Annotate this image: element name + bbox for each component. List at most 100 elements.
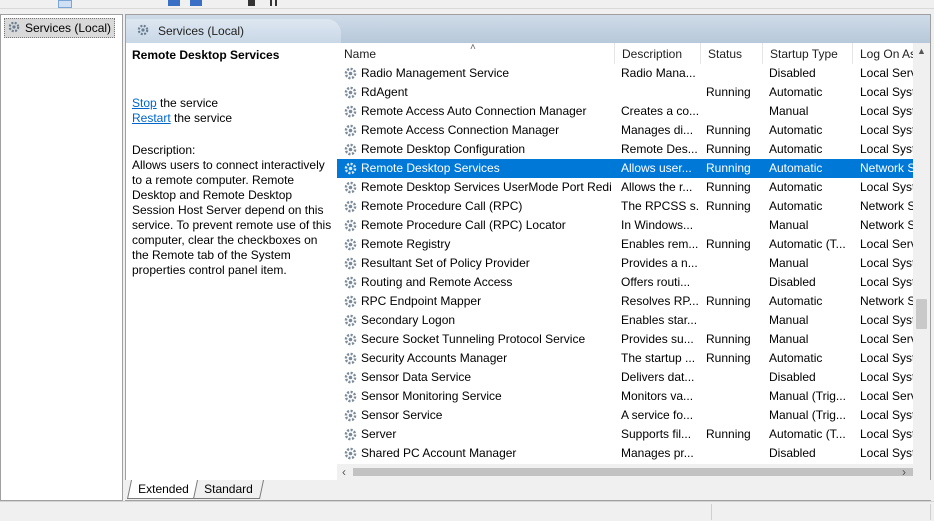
scroll-left-icon[interactable]: ‹ xyxy=(337,464,351,480)
service-status-cell xyxy=(706,102,764,121)
start-service-icon[interactable] xyxy=(226,0,238,6)
service-name-cell: Server xyxy=(361,427,397,441)
vertical-scroll-thumb[interactable] xyxy=(916,299,927,329)
toolbar xyxy=(0,0,934,9)
table-row[interactable]: Sensor Service A service fo... Manual (Tri… xyxy=(337,406,930,425)
tree-item-label: Services (Local) xyxy=(25,21,112,35)
scroll-up-icon[interactable]: ▲ xyxy=(917,46,926,56)
status-bar-divider xyxy=(930,504,931,520)
tab-standard[interactable]: Standard xyxy=(192,480,264,499)
table-row[interactable]: Remote Registry Enables rem... Running Auto… xyxy=(337,235,930,254)
vertical-scrollbar[interactable]: ▲ xyxy=(913,43,930,478)
show-hide-console-tree-icon[interactable] xyxy=(58,0,72,8)
table-row[interactable]: Sensor Monitoring Service Monitors va... M… xyxy=(337,387,930,406)
refresh-icon[interactable] xyxy=(118,0,130,6)
gear-icon xyxy=(343,140,359,159)
stop-action-text: the service xyxy=(156,96,219,110)
service-description-cell: Monitors va... xyxy=(621,389,694,403)
table-row[interactable]: Radio Management Service Radio Mana... Dis… xyxy=(337,64,930,83)
service-name-cell: Remote Procedure Call (RPC) xyxy=(361,199,523,213)
table-row[interactable]: Secure Socket Tunneling Protocol Service… xyxy=(337,330,930,349)
service-description-cell: The startup ... xyxy=(621,351,696,365)
tree-item-services-local[interactable]: Services (Local) xyxy=(4,18,116,38)
service-startup-type-cell: Automatic xyxy=(769,180,823,194)
table-row[interactable]: Secondary Logon Enables star... Manual Loca… xyxy=(337,311,930,330)
table-row[interactable]: Remote Procedure Call (RPC) The RPCSS s..… xyxy=(337,197,930,216)
column-header-name[interactable]: ˄ Name xyxy=(337,43,615,64)
stop-service-icon[interactable] xyxy=(248,0,255,6)
horizontal-scrollbar[interactable]: ‹ › xyxy=(337,464,913,480)
service-startup-type-cell: Manual (Trig... xyxy=(769,408,846,422)
service-description-cell: Allows the r... xyxy=(621,180,693,194)
table-row[interactable]: RdAgentRunningAutomaticLocal System xyxy=(337,83,930,102)
column-header-name-label: Name xyxy=(344,47,377,61)
table-row[interactable]: Server Supports fil... Running Automatic (T… xyxy=(337,425,930,444)
table-row[interactable]: RPC Endpoint Mapper Resolves RP... Running… xyxy=(337,292,930,311)
table-row[interactable]: Remote Access Connection Manager Manages … xyxy=(337,121,930,140)
restart-service-icon[interactable] xyxy=(292,0,304,6)
table-row[interactable]: Remote Procedure Call (RPC) Locator In Wi… xyxy=(337,216,930,235)
service-name-cell: Resultant Set of Policy Provider xyxy=(361,256,530,270)
scroll-right-icon[interactable]: › xyxy=(897,464,911,480)
help-icon[interactable] xyxy=(168,0,180,6)
service-name-cell: Sensor Data Service xyxy=(361,370,472,384)
services-list: ˄ Name Description Status Startup Type L… xyxy=(337,43,930,478)
service-startup-type-cell: Disabled xyxy=(769,275,816,289)
service-description-cell: Manages pr... xyxy=(621,446,694,460)
service-name-cell: Security Accounts Manager xyxy=(361,351,508,365)
service-status-cell xyxy=(706,387,764,406)
service-startup-type-cell: Automatic xyxy=(769,351,823,365)
pane-header: Services (Local) xyxy=(126,15,930,43)
tab-standard-label: Standard xyxy=(204,482,253,496)
service-status-cell xyxy=(706,444,764,463)
service-startup-type-cell: Manual xyxy=(769,256,809,270)
table-row[interactable]: Resultant Set of Policy Provider Provides… xyxy=(337,254,930,273)
forward-icon[interactable] xyxy=(26,0,38,6)
table-row[interactable]: Security Accounts Manager The startup ...… xyxy=(337,349,930,368)
gear-icon xyxy=(343,197,359,216)
service-description-cell: Remote Des... xyxy=(621,142,698,156)
column-header-status[interactable]: Status xyxy=(701,43,763,64)
table-row[interactable]: Shared PC Account Manager Manages pr... Di… xyxy=(337,444,930,463)
properties-icon[interactable] xyxy=(90,0,102,6)
help-topics-icon[interactable] xyxy=(190,0,202,6)
table-row[interactable]: Routing and Remote Access Offers routi...… xyxy=(337,273,930,292)
table-row[interactable]: Sensor Data Service Delivers dat... Disabl… xyxy=(337,368,930,387)
service-status-cell: Running xyxy=(706,351,751,365)
table-row[interactable]: Remote Access Auto Connection Manager Cre… xyxy=(337,102,930,121)
restart-service-link[interactable]: Restart xyxy=(132,111,171,125)
table-row[interactable]: Remote Desktop Services UserMode Port Re… xyxy=(337,178,930,197)
service-status-cell: Running xyxy=(706,427,751,441)
gear-icon xyxy=(343,64,359,83)
service-status-cell xyxy=(706,311,764,330)
service-status-cell xyxy=(706,64,764,83)
service-status-cell: Running xyxy=(706,123,751,137)
stop-service-link[interactable]: Stop xyxy=(132,96,157,110)
column-header-description[interactable]: Description xyxy=(615,43,701,64)
service-name-cell: Remote Registry xyxy=(361,237,451,251)
service-description-cell: A service fo... xyxy=(621,408,694,422)
table-row[interactable]: Remote Desktop Services Allows user... Run… xyxy=(337,159,930,178)
service-startup-type-cell: Automatic (T... xyxy=(769,237,846,251)
restart-action: Restart the service xyxy=(132,111,232,126)
back-icon[interactable] xyxy=(4,0,16,6)
service-description-cell: Delivers dat... xyxy=(621,370,695,384)
service-description-cell xyxy=(621,83,698,102)
column-header-startup-type[interactable]: Startup Type xyxy=(763,43,853,64)
tab-extended[interactable]: Extended xyxy=(126,480,200,499)
gear-icon xyxy=(343,254,359,273)
table-row[interactable]: Remote Desktop Configuration Remote Des..… xyxy=(337,140,930,159)
sort-ascending-icon: ˄ xyxy=(470,43,476,53)
export-icon[interactable] xyxy=(142,0,154,6)
service-status-cell xyxy=(706,216,764,235)
column-header-description-label: Description xyxy=(622,47,683,61)
service-description-cell: Radio Mana... xyxy=(621,66,696,80)
service-name-cell: Secure Socket Tunneling Protocol Service xyxy=(361,332,586,346)
horizontal-scroll-thumb[interactable] xyxy=(353,468,913,476)
service-status-cell: Running xyxy=(706,294,751,308)
service-startup-type-cell: Automatic xyxy=(769,123,823,137)
service-name-cell: RPC Endpoint Mapper xyxy=(361,294,482,308)
service-description-cell: Enables star... xyxy=(621,313,698,327)
gear-icon xyxy=(343,235,359,254)
pause-service-icon[interactable] xyxy=(270,0,277,6)
